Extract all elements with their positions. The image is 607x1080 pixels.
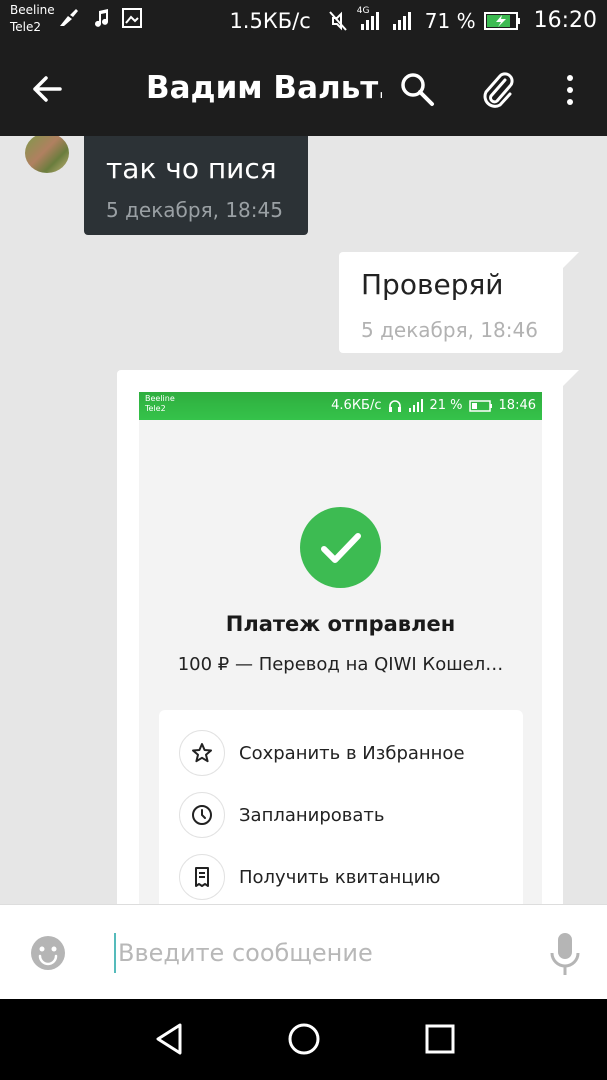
square-recents-icon — [425, 1024, 455, 1054]
status-bar: Beeline Tele2 1.5КБ/с 4G 71 % 16:20 — [0, 0, 607, 40]
screenshot-status-right: 4.6КБ/с 21 % 18:46 — [331, 398, 536, 413]
emoji-button[interactable] — [30, 935, 66, 971]
screenshot-speed: 4.6КБ/с — [331, 398, 382, 413]
image-icon — [122, 8, 142, 28]
clock-icon — [179, 792, 225, 838]
mute-icon — [329, 10, 347, 31]
clock: 16:20 — [533, 8, 597, 33]
payment-actions-card: Сохранить в Избранное Запланировать Полу… — [159, 710, 523, 904]
star-icon — [179, 730, 225, 776]
success-check-icon — [300, 507, 381, 588]
incoming-message[interactable]: так чо пися 5 декабря, 18:45 — [84, 136, 308, 235]
broom-icon — [60, 9, 78, 26]
schedule-action[interactable]: Запланировать — [179, 792, 385, 838]
save-favorite-action[interactable]: Сохранить в Избранное — [179, 730, 465, 776]
more-icon — [567, 75, 573, 81]
search-button[interactable] — [398, 70, 438, 110]
message-input[interactable] — [114, 933, 524, 973]
carrier-names: Beeline Tele2 — [10, 2, 55, 36]
battery-charging-icon — [483, 11, 520, 30]
message-list[interactable]: так чо пися 5 декабря, 18:45 Проверяй 5 … — [0, 136, 607, 904]
headphones-icon — [388, 399, 401, 412]
music-note-icon — [95, 9, 108, 27]
signal-4g-icon: 4G — [357, 6, 383, 32]
back-button[interactable] — [26, 68, 68, 110]
emoji-icon — [31, 936, 65, 970]
system-nav-bar — [0, 999, 607, 1080]
voice-message-button[interactable] — [548, 931, 582, 977]
status-right: 1.5КБ/с 4G 71 % 16:20 — [229, 6, 597, 34]
circle-home-icon — [288, 1023, 320, 1055]
payment-title: Платеж отправлен — [225, 612, 456, 636]
message-text: так чо пися — [106, 152, 277, 185]
network-speed: 1.5КБ/с — [229, 8, 311, 33]
nav-home-button[interactable] — [286, 1021, 322, 1057]
battery-icon — [468, 399, 492, 412]
receipt-action[interactable]: Получить квитанцию — [179, 854, 440, 900]
action-label: Получить квитанцию — [239, 866, 441, 888]
battery-percent: 71 % — [424, 8, 476, 33]
message-composer — [0, 904, 607, 999]
nav-recents-button[interactable] — [422, 1021, 458, 1057]
screenshot-time: 18:46 — [498, 398, 536, 413]
screenshot-carriers: Beeline Tele2 — [145, 394, 175, 414]
carrier-2: Tele2 — [10, 20, 42, 34]
receipt-icon — [179, 854, 225, 900]
screenshot-battery: 21 % — [429, 398, 463, 413]
screenshot-status-bar: Beeline Tele2 4.6КБ/с 21 % 18:46 — [139, 392, 542, 420]
nav-back-button[interactable] — [152, 1021, 188, 1057]
message-time: 5 декабря, 18:46 — [361, 318, 538, 342]
chat-title[interactable]: Вадим Вальт… — [146, 70, 382, 106]
microphone-icon — [550, 933, 580, 975]
signal-icon — [408, 398, 423, 412]
more-options-button[interactable] — [552, 70, 588, 110]
carrier-1: Beeline — [10, 3, 55, 17]
action-label: Сохранить в Избранное — [239, 742, 465, 764]
back-arrow-icon — [33, 76, 62, 102]
payment-screenshot[interactable]: Beeline Tele2 4.6КБ/с 21 % 18:46 Платеж … — [139, 392, 542, 904]
notification-icons — [58, 8, 142, 28]
outgoing-message[interactable]: Проверяй 5 декабря, 18:46 — [339, 252, 579, 353]
contact-avatar[interactable] — [25, 136, 69, 173]
payment-subtitle: 100 ₽ — Перевод на QIWI Кошел… — [177, 654, 504, 675]
signal-icon — [392, 11, 411, 30]
search-icon — [401, 73, 434, 106]
attach-icon — [483, 72, 514, 108]
chat-toolbar: Вадим Вальт… — [0, 40, 607, 136]
attach-button[interactable] — [478, 70, 518, 110]
screenshot-carrier-1: Beeline — [145, 394, 175, 403]
message-text: Проверяй — [361, 268, 504, 301]
triangle-back-icon — [156, 1023, 182, 1055]
screenshot-carrier-2: Tele2 — [145, 404, 166, 413]
outgoing-image-message[interactable]: Beeline Tele2 4.6КБ/с 21 % 18:46 Платеж … — [117, 370, 579, 904]
message-time: 5 декабря, 18:45 — [106, 198, 283, 222]
action-label: Запланировать — [239, 804, 385, 826]
